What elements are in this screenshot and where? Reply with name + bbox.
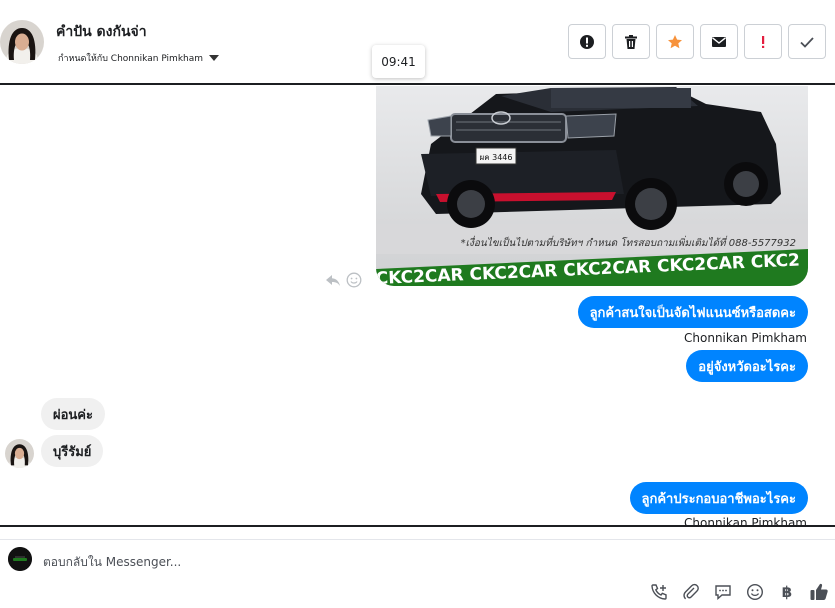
follow-up-button[interactable] xyxy=(744,24,782,59)
baht-icon[interactable]: ฿ xyxy=(777,582,797,602)
message-composer: ฿ xyxy=(0,525,835,608)
outgoing-message[interactable]: อยู่จังหวัดอะไรคะ xyxy=(686,350,808,382)
outgoing-message[interactable]: ลูกค้าประกอบอาชีพอะไรคะ xyxy=(629,482,808,514)
divider xyxy=(0,539,835,540)
assignee-label: กำหนดให้กับ Chonnikan Pimkham xyxy=(58,54,204,64)
paperclip-icon[interactable] xyxy=(681,582,701,602)
star-button[interactable] xyxy=(656,24,694,59)
sender-name: Chonnikan Pimkham xyxy=(684,331,807,345)
page-avatar xyxy=(8,547,32,571)
contact-name[interactable]: คำปัน ดงกันจ่า xyxy=(56,21,147,43)
delete-button[interactable] xyxy=(612,24,650,59)
mark-done-button[interactable] xyxy=(788,24,826,59)
saved-reply-icon[interactable] xyxy=(713,582,733,602)
phone-add-icon[interactable] xyxy=(649,582,669,602)
contact-avatar-small xyxy=(5,439,34,468)
trash-icon xyxy=(625,34,637,49)
star-icon xyxy=(668,34,682,48)
exclamation-circle-icon xyxy=(580,34,594,49)
reply-icon[interactable] xyxy=(325,272,341,288)
chevron-down-icon xyxy=(209,55,220,61)
envelope-icon xyxy=(712,36,726,47)
conversation-view: คำปัน ดงกันจ่า กำหนดให้กับ Chonnikan Pim… xyxy=(0,0,835,608)
exclamation-icon xyxy=(762,35,765,48)
emoji-icon[interactable] xyxy=(745,582,765,602)
timestamp-tooltip: 09:41 xyxy=(372,45,425,78)
conversation-actions xyxy=(568,24,826,59)
outgoing-message[interactable]: ลูกค้าสนใจเป็นจัดไฟแนนซ์หรือสดคะ xyxy=(577,296,808,328)
contact-avatar[interactable] xyxy=(0,20,44,64)
mark-unread-button[interactable] xyxy=(700,24,738,59)
incoming-message[interactable]: บุรีรัมย์ xyxy=(41,435,104,467)
report-spam-button[interactable] xyxy=(568,24,606,59)
reply-input[interactable] xyxy=(43,551,603,573)
message-tools xyxy=(325,272,362,288)
image-caption: *เงื่อนไขเป็นไปตามที่บริษัทฯ กำหนด โทรสอ… xyxy=(461,235,796,249)
incoming-message[interactable]: ผ่อนค่ะ xyxy=(41,398,105,430)
car-photo-attachment[interactable]: ผค 3446 *เงื่อนไขเป็นไปตามที่บริษัทฯ กำห… xyxy=(376,86,808,286)
license-plate: ผค 3446 xyxy=(480,153,513,162)
composer-tools: ฿ xyxy=(649,582,829,602)
checkmark-icon xyxy=(800,36,814,48)
message-thread[interactable]: ผค 3446 *เงื่อนไขเป็นไปตามที่บริษัทฯ กำห… xyxy=(0,86,835,526)
emoji-reaction-icon[interactable] xyxy=(346,272,362,288)
thumbs-up-icon[interactable] xyxy=(809,582,829,602)
assignee-dropdown[interactable]: กำหนดให้กับ Chonnikan Pimkham xyxy=(58,51,220,65)
